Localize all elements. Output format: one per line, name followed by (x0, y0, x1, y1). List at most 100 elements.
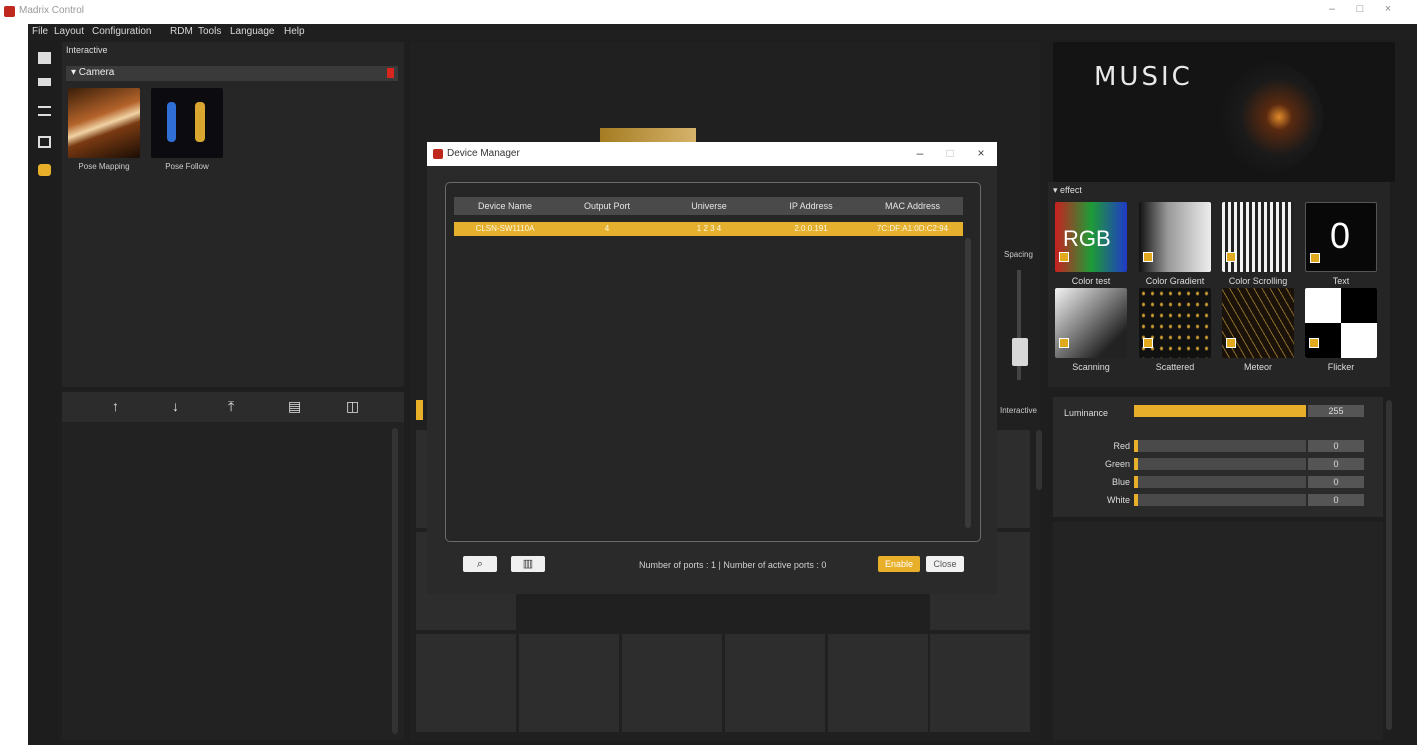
effect-color-scrolling[interactable] (1222, 202, 1294, 272)
layout-icon[interactable] (38, 52, 51, 64)
red-value[interactable]: 0 (1308, 440, 1364, 452)
display-icon[interactable] (38, 78, 51, 86)
close-button[interactable]: Close (926, 556, 964, 572)
lower-right-panel (1053, 522, 1383, 740)
grid-cell[interactable] (930, 634, 1030, 732)
dialog-close-button[interactable]: × (972, 146, 990, 160)
effect-text[interactable]: 0 (1305, 202, 1377, 272)
effect-scattered[interactable] (1139, 288, 1211, 358)
col-mac-address[interactable]: MAC Address (862, 201, 963, 211)
white-slider[interactable] (1134, 494, 1306, 506)
effect-flicker[interactable] (1305, 288, 1377, 358)
menu-configuration[interactable]: Configuration (92, 26, 151, 37)
right-scrollbar[interactable] (1386, 400, 1392, 730)
order-list (62, 422, 404, 740)
menu-language[interactable]: Language (230, 26, 275, 37)
dialog-app-icon (433, 149, 443, 159)
grid-cell[interactable] (828, 634, 928, 732)
pose-follow-label: Pose Follow (165, 162, 209, 171)
green-label: Green (1104, 459, 1130, 469)
preview-title: MUSIC (1094, 62, 1193, 92)
search-icon[interactable]: ⌕ (463, 556, 497, 572)
col-ip-address[interactable]: IP Address (760, 201, 862, 211)
effect-label-color-test: Color test (1071, 276, 1111, 286)
dialog-minimize-button[interactable]: – (911, 146, 929, 160)
cell-universe: 1 2 3 4 (696, 224, 722, 233)
order-list-scrollbar[interactable] (392, 428, 398, 734)
grid-icon[interactable]: ◫ (346, 398, 359, 415)
grid-cell[interactable] (725, 634, 825, 732)
rgb-text: RGB (1063, 226, 1111, 251)
dialog-maximize-button[interactable]: □ (941, 146, 959, 160)
col-output-port[interactable]: Output Port (556, 201, 658, 211)
effect-marker-icon (1309, 338, 1319, 348)
green-slider[interactable] (1134, 458, 1306, 470)
white-label: White (1106, 495, 1130, 505)
menu-file[interactable]: File (32, 26, 48, 37)
effect-marker-icon (1143, 252, 1153, 262)
menu-help[interactable]: Help (284, 26, 305, 37)
flicker-block (1341, 323, 1377, 358)
effect-color-test[interactable]: RGB (1055, 202, 1127, 272)
list-icon[interactable] (38, 106, 51, 116)
green-value[interactable]: 0 (1308, 458, 1364, 470)
dialog-title: Device Manager (447, 148, 520, 159)
effect-label-text: Text (1332, 276, 1350, 286)
device-manager-dialog: Device Manager – □ × Device Name Output … (427, 142, 997, 594)
blue-slider[interactable] (1134, 476, 1306, 488)
effect-marker-icon (1310, 253, 1320, 263)
luminance-slider-fill (1134, 405, 1306, 417)
menu-rdm[interactable]: RDM (170, 26, 193, 37)
grid-cell[interactable] (622, 634, 722, 732)
dialog-titlebar: Device Manager – □ × (427, 142, 997, 166)
enable-button[interactable]: Enable (878, 556, 920, 572)
save-icon[interactable] (38, 136, 51, 148)
blue-value[interactable]: 0 (1308, 476, 1364, 488)
blue-label: Blue (1111, 477, 1130, 487)
effect-scanning[interactable] (1055, 288, 1127, 358)
red-label: Red (1113, 441, 1130, 451)
device-list-frame (445, 182, 981, 542)
cell-ip-address: 2.0.0.191 (794, 224, 828, 233)
grid-cell[interactable] (416, 634, 516, 732)
pose-mapping-thumbnail[interactable] (68, 88, 140, 158)
interactive-label: Interactive (1000, 406, 1037, 415)
menu-layout[interactable]: Layout (54, 26, 84, 37)
minimize-button[interactable]: – (1322, 3, 1342, 19)
green-slider-fill (1134, 458, 1138, 470)
table-row[interactable]: CLSN-SW1110A 4 1 2 3 4 2.0.0.191 7C:DF:A… (454, 222, 963, 236)
grid-cell[interactable] (519, 634, 619, 732)
device-list-scrollbar[interactable] (965, 238, 971, 528)
effect-label-color-scrolling: Color Scrolling (1228, 276, 1288, 286)
move-down-icon[interactable]: ↓ (172, 398, 179, 414)
luminance-label: Luminance (1064, 408, 1109, 418)
spacing-slider-handle[interactable] (1012, 338, 1028, 366)
menu-tools[interactable]: Tools (198, 26, 221, 37)
effect-meteor[interactable] (1222, 288, 1294, 358)
pose-mapping-label: Pose Mapping (78, 162, 130, 171)
close-window-button[interactable]: × (1378, 3, 1398, 19)
col-universe[interactable]: Universe (658, 201, 760, 211)
blue-slider-fill (1134, 476, 1138, 488)
delete-icon[interactable]: ▤ (288, 398, 301, 415)
red-slider[interactable] (1134, 440, 1306, 452)
col-device-name[interactable]: Device Name (454, 201, 556, 211)
fixture-preview (600, 128, 696, 142)
effect-color-gradient[interactable] (1139, 202, 1211, 272)
maximize-button[interactable]: □ (1350, 3, 1370, 19)
effect-marker-icon (1143, 338, 1153, 348)
white-slider-fill (1134, 494, 1138, 506)
cell-output-port: 4 (604, 224, 610, 233)
app-logo-icon (4, 6, 15, 17)
trash-icon[interactable]: ▥ (511, 556, 545, 572)
luminance-value[interactable]: 255 (1308, 405, 1364, 417)
camera-group-bar[interactable]: ▾ Camera (66, 66, 398, 81)
white-value[interactable]: 0 (1308, 494, 1364, 506)
center-scrollbar[interactable] (1036, 430, 1042, 490)
pose-follow-thumbnail[interactable] (151, 88, 223, 158)
interactive-icon[interactable] (38, 164, 51, 176)
move-top-icon[interactable]: ⤒ (228, 398, 234, 415)
left-toolbar (28, 40, 58, 745)
move-up-icon[interactable]: ↑ (112, 398, 119, 414)
red-slider-fill (1134, 440, 1138, 452)
